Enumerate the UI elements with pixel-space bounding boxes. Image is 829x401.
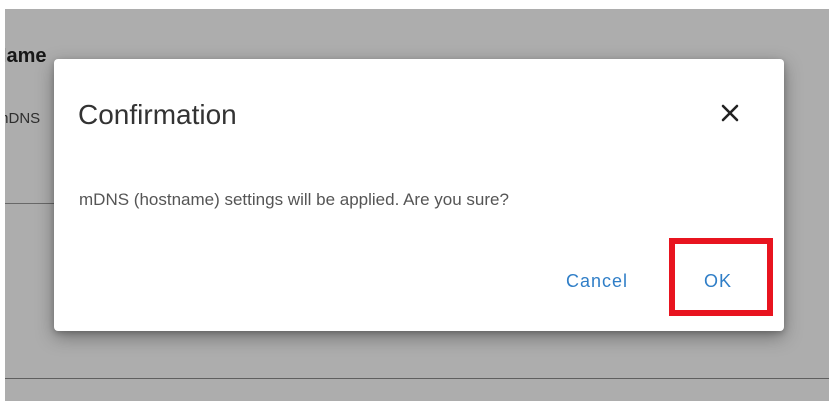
close-icon — [721, 104, 739, 122]
ok-button[interactable]: OK — [688, 268, 748, 294]
confirmation-dialog: Confirmation mDNS (hostname) settings wi… — [54, 59, 784, 331]
dialog-message: mDNS (hostname) settings will be applied… — [79, 190, 509, 209]
close-button[interactable] — [716, 99, 744, 127]
dialog-title: Confirmation — [78, 99, 237, 130]
cancel-button[interactable]: Cancel — [557, 268, 637, 294]
window-left-edge — [0, 0, 5, 401]
window-top-edge — [0, 0, 829, 9]
